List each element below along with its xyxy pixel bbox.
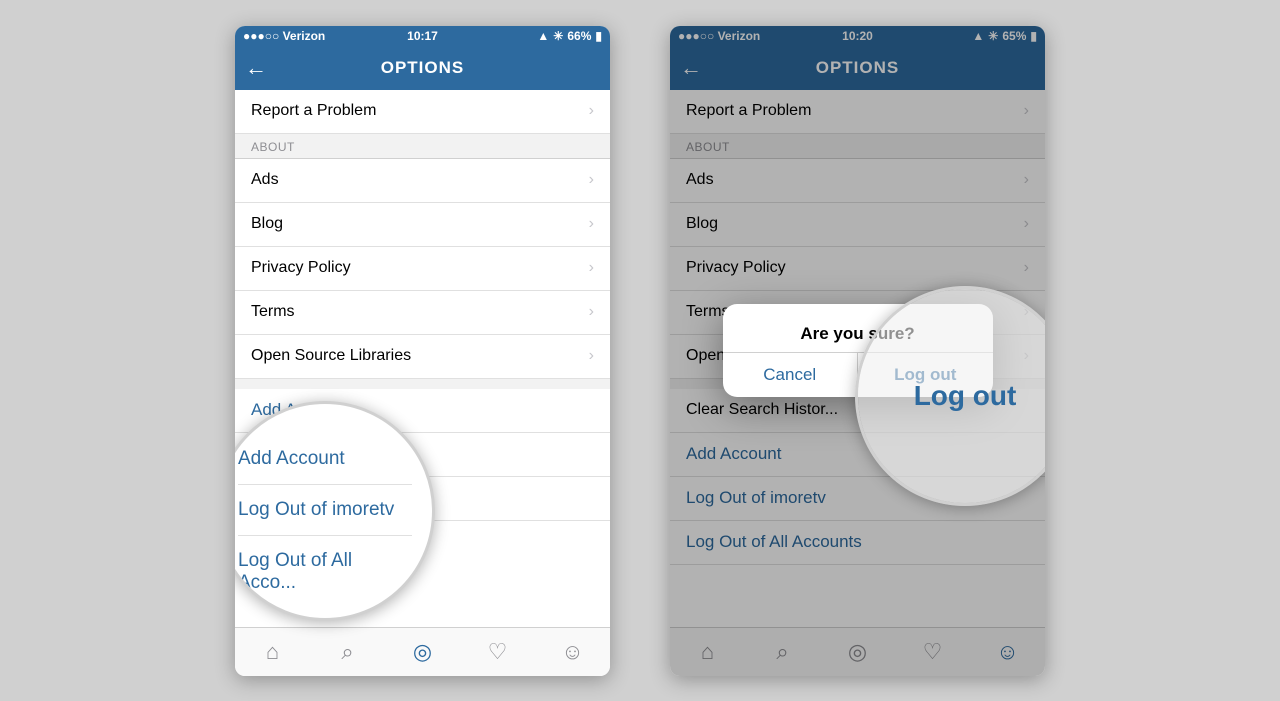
mag-item-logout-all: Log Out of All Acco... [238, 536, 412, 608]
phone-right: ●●●○○ Verizon 10:20 ▲ ✳ 65% ▮ ← OPTIONS … [670, 26, 1045, 676]
status-carrier-left: ●●●○○ Verizon [243, 29, 325, 43]
dialog-overlay-right: Are you sure? Cancel Log out [670, 26, 1045, 676]
magnifier-content-left: Add Account Log Out of imoretv Log Out o… [235, 404, 432, 621]
list-item-opensource-left[interactable]: Open Source Libraries › [235, 335, 610, 379]
list-item-terms-left[interactable]: Terms › [235, 291, 610, 335]
status-location-left: ▲ [537, 29, 549, 43]
dialog-cancel-button[interactable]: Cancel [723, 353, 859, 397]
dialog-confirm-button[interactable]: Log out [858, 353, 993, 397]
list-item-blog-left[interactable]: Blog › [235, 203, 610, 247]
phone-left: ●●●○○ Verizon 10:17 ▲ ✳ 66% ▮ ← OPTIONS … [235, 26, 610, 676]
back-button-left[interactable]: ← [245, 55, 267, 81]
tab-home-left[interactable]: ⌂ [258, 637, 288, 667]
report-label-left: Report a Problem [251, 102, 376, 120]
tab-search-left[interactable]: ⌕ [333, 637, 363, 667]
nav-title-left: OPTIONS [381, 58, 465, 78]
dialog-box-right: Are you sure? Cancel Log out [723, 304, 993, 397]
status-time-left: 10:17 [407, 29, 438, 43]
nav-bar-left: ← OPTIONS [235, 46, 610, 90]
tab-camera-left[interactable]: ◎ [408, 637, 438, 667]
chevron-opensource-left: › [589, 347, 594, 365]
about-header-left: ABOUT [235, 134, 610, 159]
list-item-report-left[interactable]: Report a Problem › [235, 90, 610, 134]
tab-heart-left[interactable]: ♡ [483, 637, 513, 667]
tab-bar-left: ⌂ ⌕ ◎ ♡ ☺ [235, 627, 610, 676]
opensource-label-left: Open Source Libraries [251, 347, 411, 365]
list-item-ads-left[interactable]: Ads › [235, 159, 610, 203]
blog-label-left: Blog [251, 215, 283, 233]
chevron-terms-left: › [589, 303, 594, 321]
battery-icon-left: ▮ [595, 29, 602, 43]
chevron-blog-left: › [589, 215, 594, 233]
dialog-buttons-right: Cancel Log out [723, 352, 993, 397]
status-bluetooth-left: ✳ [553, 29, 563, 43]
group-separator-left [235, 379, 610, 389]
dialog-title-right: Are you sure? [723, 304, 993, 352]
privacy-label-left: Privacy Policy [251, 259, 351, 277]
terms-label-left: Terms [251, 303, 295, 321]
mag-item-add: Add Account [238, 434, 412, 485]
chevron-ads-left: › [589, 171, 594, 189]
chevron-report-left: › [589, 102, 594, 120]
chevron-privacy-left: › [589, 259, 594, 277]
status-bar-left: ●●●○○ Verizon 10:17 ▲ ✳ 66% ▮ [235, 26, 610, 46]
mag-item-logout: Log Out of imoretv [238, 485, 412, 536]
ads-label-left: Ads [251, 171, 279, 189]
tab-profile-left[interactable]: ☺ [558, 637, 588, 667]
status-battery-left: 66% [567, 29, 591, 43]
status-right-left: ▲ ✳ 66% ▮ [537, 29, 602, 43]
list-item-privacy-left[interactable]: Privacy Policy › [235, 247, 610, 291]
